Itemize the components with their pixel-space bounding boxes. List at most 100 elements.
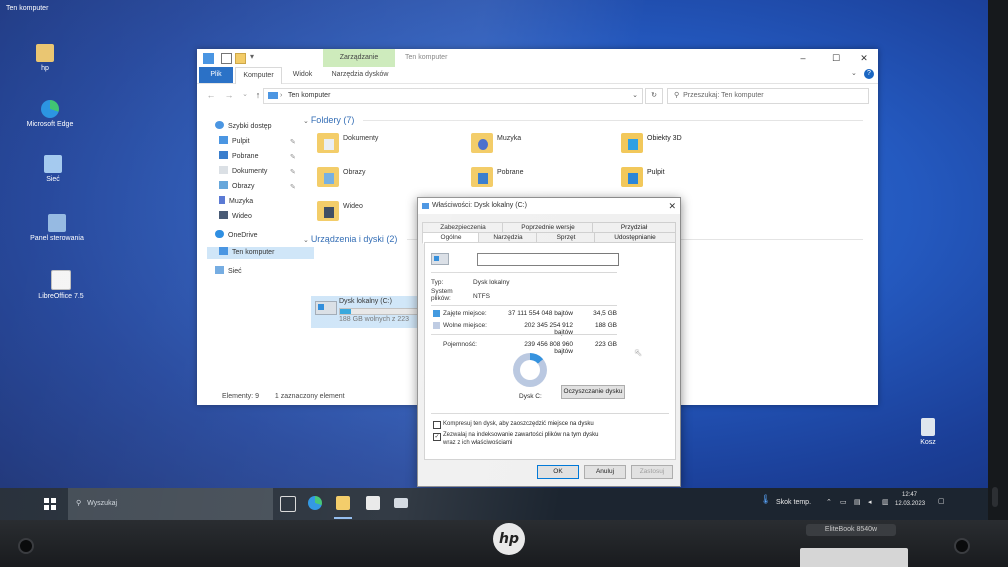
active-app-indicator [334,517,352,519]
drive-c-tile[interactable]: Dysk lokalny (C:) 188 GB wolnych z 223 [311,296,421,328]
search-icon: ⚲ [674,92,680,99]
forward-arrow-icon[interactable]: → [223,88,235,102]
sidebar-item-video[interactable]: Wideo [219,211,252,223]
sidebar-item-label: Sieć [228,268,242,275]
close-icon[interactable]: ✕ [668,198,676,214]
desktop-icon-label: Panel sterowania [30,235,84,242]
recent-chevron-icon[interactable]: ⌄ [239,88,251,102]
drive-icon [315,301,337,315]
sidebar-item-pictures[interactable]: Obrazy [219,181,255,193]
edge-icon[interactable] [308,496,322,510]
cancel-button[interactable]: Anuluj [584,465,626,479]
download-arrow-badge [478,173,488,184]
manage-context-tab[interactable]: Zarządzanie [323,49,395,67]
ok-button[interactable]: OK [537,465,579,479]
notifications-icon[interactable]: ▢ [938,497,945,505]
desktop-icon-control-panel[interactable]: Panel sterowania [22,214,92,242]
desktop-icon-edge[interactable]: Microsoft Edge [15,100,85,128]
pin-icon[interactable]: ✎ [290,138,296,146]
sidebar-item-label: Dokumenty [232,168,268,175]
download-icon [219,151,228,159]
divider [431,272,617,273]
network-tray-icon[interactable]: ▤ [854,498,861,506]
drive-free-text: 188 GB wolnych z 223 [339,316,410,323]
sidebar-item-documents[interactable]: Dokumenty [219,166,267,178]
document-badge [324,139,334,150]
sidebar-item-network[interactable]: Sieć [215,266,242,278]
mail-icon[interactable] [394,498,408,508]
clock-time[interactable]: 12:47 [902,492,917,498]
desktop-icon-recycle-bin[interactable]: Kosz [893,418,963,446]
compress-checkbox[interactable] [433,421,441,429]
tab-file[interactable]: Plik [199,67,233,83]
keyboard-icon[interactable]: ▥ [882,498,889,506]
chevron-down-icon: ⌄ [303,118,311,125]
bezel-light [954,538,970,554]
filesystem-value: NTFS [473,293,490,300]
battery-icon[interactable]: ▭ [840,498,847,506]
used-space-gb: 34,5 GB [593,310,617,317]
sidebar-item-music[interactable]: Muzyka [219,196,253,208]
address-bar[interactable]: › Ten komputer ⌄ [263,88,643,104]
sidebar-item-onedrive[interactable]: OneDrive [215,230,258,242]
weather-icon[interactable]: 🌡 [760,494,771,505]
volume-icon[interactable]: ◂ [868,498,872,506]
folder-label: Pobrane [497,169,524,176]
properties-icon[interactable] [221,53,232,64]
file-explorer-icon[interactable] [336,496,350,510]
customize-quick-access-icon[interactable]: ▾ [250,52,254,61]
refresh-icon[interactable]: ↻ [645,88,663,104]
new-folder-icon[interactable] [235,53,246,64]
search-input[interactable]: ⚲ Przeszukaj: Ten komputer [667,88,869,104]
folders-group-header[interactable]: ⌄ Foldery (7) [303,115,868,125]
windows-logo-pane [44,505,49,510]
desktop-icon-libreoffice[interactable]: LibreOffice 7.5 [26,270,96,300]
tab-view[interactable]: Widok [285,67,320,83]
libreoffice-icon [51,270,71,290]
close-icon[interactable]: ✕ [849,49,879,67]
sidebar-item-quick-access[interactable]: Szybki dostęp [215,121,272,133]
sidebar-item-desktop[interactable]: Pulpit [219,136,250,148]
sidebar-item-this-pc[interactable]: Ten komputer [207,247,314,259]
capacity-gb: 223 GB [594,341,617,348]
drive-usage-fill [340,309,352,314]
sidebar-item-downloads[interactable]: Pobrane [219,151,258,163]
desktop-icon-network[interactable]: Sieć [18,155,88,183]
taskbar-search-placeholder: Wyszukaj [87,500,118,507]
index-checkbox[interactable]: ✓ [433,433,441,441]
help-icon[interactable]: ? [864,69,874,79]
drive-name-input[interactable] [477,253,619,266]
search-placeholder: Przeszukaj: Ten komputer [683,92,764,99]
store-icon[interactable] [366,496,380,510]
taskbar-search-input[interactable]: ⚲ Wyszukaj [68,488,273,520]
apply-button[interactable]: Zastosuj [631,465,673,479]
tab-computer[interactable]: Komputer [235,67,282,84]
back-arrow-icon[interactable]: ← [205,88,217,102]
status-selected: 1 zaznaczony element [274,393,345,400]
maximize-icon[interactable]: ☐ [821,49,851,67]
network-icon [44,155,62,173]
sidebar-item-label: Muzyka [229,198,254,205]
capacity-bytes: 239 456 808 960 bajtów [524,341,573,355]
show-hidden-icons-icon[interactable]: ⌃ [826,498,832,506]
cloud-icon [215,230,224,238]
pin-icon[interactable]: ✎ [290,153,296,161]
weather-text[interactable]: Skok temp. [776,499,811,506]
windows-logo-pane [51,505,56,510]
task-view-icon[interactable] [280,496,296,512]
folder-label: Obrazy [343,169,366,176]
dialog-title: Właściwości: Dysk lokalny (C:) [432,202,527,209]
address-dropdown-icon[interactable]: ⌄ [632,89,638,103]
ribbon-collapse-icon[interactable]: ⌄ [851,69,857,77]
breadcrumb-chevron-icon[interactable]: › [280,89,282,103]
desktop-icon-hp[interactable]: hp [10,44,80,72]
desktop-icon-label: Sieć [46,176,60,183]
pin-icon[interactable]: ✎ [290,168,296,176]
pin-icon[interactable]: ✎ [290,183,296,191]
clock-date[interactable]: 12.03.2023 [895,501,925,507]
filesystem-label: System plików: [431,288,453,302]
tab-drive-tools[interactable]: Narzędzia dysków [325,67,395,83]
minimize-icon[interactable]: – [788,49,818,67]
start-windows-icon[interactable] [44,498,56,510]
disk-cleanup-button[interactable]: Oczyszczanie dysku [561,385,625,399]
